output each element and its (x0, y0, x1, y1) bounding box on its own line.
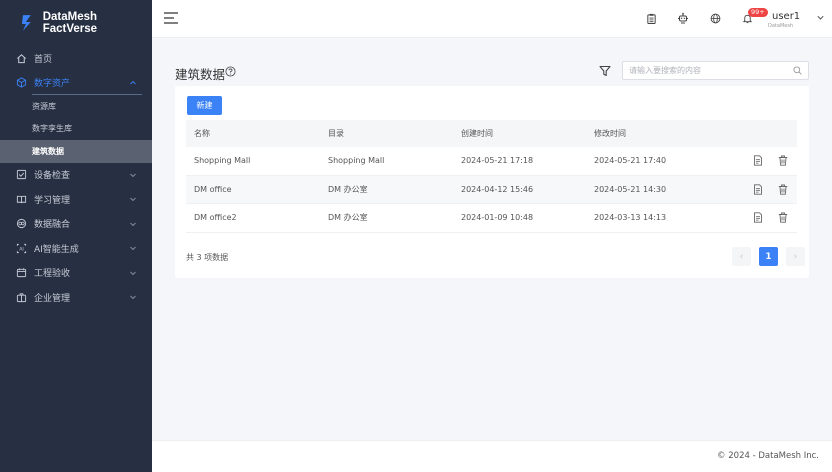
sidebar-subitem-resource-library[interactable]: 资源库 (0, 95, 152, 118)
sidebar-subitem-digital-twin-library[interactable]: 数字孪生库 (0, 118, 152, 141)
total-count: 共 3 项数据 (186, 253, 229, 262)
active-underline (32, 94, 142, 95)
pagination: ‹ 1 › (732, 247, 805, 266)
brand-name: DataMesh FactVerse (42, 11, 98, 35)
cell-directory: DM 办公室 (328, 213, 368, 223)
cell-directory: DM 办公室 (328, 184, 368, 194)
column-header-name: 名称 (194, 129, 210, 138)
table-row[interactable]: Shopping Mall Shopping Mall 2024-05-21 1… (186, 147, 797, 176)
sidebar-item-label: 设备检查 (34, 171, 71, 182)
page-button-current[interactable]: 1 (759, 247, 778, 266)
sidebar-item-engineering-acceptance[interactable]: 工程验收 (0, 261, 152, 286)
sidebar-item-ai-generation[interactable]: AI AI智能生成 (0, 236, 152, 261)
svg-text:AI: AI (19, 246, 23, 252)
globe-icon[interactable] (709, 12, 721, 24)
column-header-directory: 目录 (328, 129, 344, 138)
next-page-button[interactable]: › (786, 247, 805, 266)
document-icon[interactable] (753, 212, 763, 223)
table-header: 名称 目录 创建时间 修改时间 (186, 120, 797, 147)
column-header-created: 创建时间 (461, 129, 493, 138)
sidebar-item-label: 企业管理 (34, 293, 71, 304)
search-icon[interactable] (793, 66, 802, 75)
search-box (622, 61, 809, 80)
cell-created: 2024-05-21 17:18 (461, 156, 534, 166)
book-icon (16, 194, 27, 205)
user-org: DataMesh (768, 23, 794, 29)
sidebar-item-device-inspection[interactable]: 设备检查 (0, 163, 152, 188)
row-actions (736, 155, 797, 166)
cell-modified: 2024-05-21 14:30 (594, 184, 667, 194)
sidebar-menu: 首页 数字资产 资源库 数字孪生库 建筑数据 设备检查 学习管理 数据融合 AI… (0, 46, 152, 310)
trash-icon[interactable] (778, 155, 788, 166)
datamesh-logo-icon (21, 15, 31, 31)
clipboard-icon[interactable] (645, 12, 657, 24)
row-actions (736, 212, 797, 223)
sidebar-item-label: 数字资产 (34, 79, 71, 90)
column-header-modified: 修改时间 (594, 129, 626, 138)
chevron-down-icon[interactable] (817, 14, 824, 21)
checkbox-icon (16, 169, 27, 180)
chevron-down-icon (130, 295, 136, 300)
top-header: 99+ user1 DataMesh (152, 0, 832, 38)
sidebar-item-learning-management[interactable]: 学习管理 (0, 187, 152, 212)
chevron-down-icon (130, 222, 136, 226)
robot-icon[interactable] (677, 12, 689, 24)
cell-name: DM office2 (194, 213, 237, 223)
brand[interactable]: DataMesh FactVerse (0, 0, 152, 46)
home-icon (16, 53, 27, 64)
user-name[interactable]: user1 (772, 11, 800, 22)
page-title: 建筑数据 (175, 67, 226, 82)
sidebar-item-label: 数据融合 (34, 220, 71, 231)
sidebar-subitem-building-data[interactable]: 建筑数据 (0, 140, 152, 163)
footer: © 2024 - DataMesh Inc. (152, 440, 832, 472)
chevron-down-icon (130, 271, 136, 275)
sidebar-item-label: 首页 (34, 54, 53, 65)
sidebar-item-label: AI智能生成 (34, 244, 79, 255)
sidebar-subitem-label: 建筑数据 (32, 146, 64, 156)
sidebar-item-data-fusion[interactable]: 数据融合 (0, 212, 152, 237)
sidebar-item-digital-assets[interactable]: 数字资产 (0, 71, 152, 95)
chevron-up-icon (130, 80, 136, 84)
cell-modified: 2024-05-21 17:40 (594, 156, 667, 166)
ai-icon: AI (16, 243, 27, 254)
cube-icon (16, 77, 27, 88)
trash-icon[interactable] (778, 212, 788, 223)
cell-created: 2024-01-09 10:48 (461, 213, 534, 223)
sidebar-item-home[interactable]: 首页 (0, 46, 152, 71)
table-row[interactable]: DM office DM 办公室 2024-04-12 15:46 2024-0… (186, 175, 797, 204)
chevron-down-icon (130, 197, 136, 202)
calendar-icon (16, 267, 27, 278)
building-data-card: 新建 名称 目录 创建时间 修改时间 Shopping Mall Shoppin… (175, 86, 809, 278)
table-row[interactable]: DM office2 DM 办公室 2024-01-09 10:48 2024-… (186, 204, 797, 233)
sidebar-item-label: 学习管理 (34, 195, 71, 206)
filter-icon[interactable] (599, 65, 611, 77)
sidebar-item-enterprise-management[interactable]: 企业管理 (0, 285, 152, 310)
sidebar-subitem-label: 数字孪生库 (32, 124, 72, 134)
cell-name: Shopping Mall (194, 156, 251, 166)
data-fusion-icon (16, 218, 27, 229)
building-data-table: 名称 目录 创建时间 修改时间 Shopping Mall Shopping M… (186, 120, 797, 233)
sidebar: DataMesh FactVerse 首页 数字资产 资源库 数字孪生库 建筑数… (0, 0, 152, 472)
sidebar-item-label: 工程验收 (34, 269, 71, 280)
cell-name: DM office (194, 184, 232, 194)
search-input[interactable] (623, 62, 783, 79)
copyright-text: © 2024 - DataMesh Inc. (717, 451, 819, 461)
chevron-down-icon (130, 173, 136, 177)
prev-page-button[interactable]: ‹ (732, 247, 751, 266)
cell-created: 2024-04-12 15:46 (461, 184, 534, 194)
row-actions (736, 184, 797, 195)
document-icon[interactable] (753, 155, 763, 166)
document-icon[interactable] (753, 184, 763, 195)
chevron-down-icon (130, 246, 136, 251)
hamburger-menu-icon[interactable] (164, 12, 178, 24)
notification-badge: 99+ (748, 8, 768, 17)
help-circle-icon[interactable] (225, 66, 236, 77)
cell-directory: Shopping Mall (328, 156, 385, 166)
new-button[interactable]: 新建 (187, 96, 222, 115)
cell-modified: 2024-03-13 14:13 (594, 213, 667, 223)
briefcase-icon (16, 292, 27, 303)
trash-icon[interactable] (778, 184, 788, 195)
sidebar-subitem-label: 资源库 (32, 101, 56, 111)
